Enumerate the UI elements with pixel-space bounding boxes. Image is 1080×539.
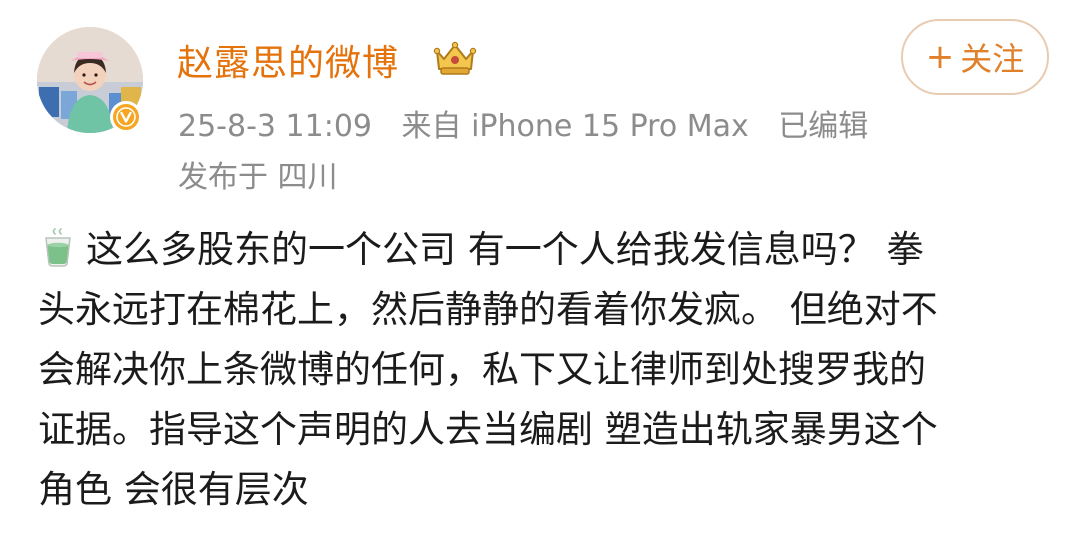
- post-time[interactable]: 25-8-3 11:09: [178, 109, 372, 144]
- post-line-1: 这么多股东的一个公司 有一个人给我发信息吗？ 拳: [86, 228, 924, 271]
- post-line-2: 头永远打在棉花上，然后静静的看着你发疯。 但绝对不: [38, 288, 938, 331]
- post-line-3: 会解决你上条微博的任何，私下又让律师到处搜罗我的: [38, 348, 926, 391]
- verified-v-icon: [110, 101, 142, 133]
- tea-cup-icon: [45, 228, 71, 267]
- follow-label: 关注: [960, 40, 1025, 78]
- edited-label[interactable]: 已编辑: [778, 101, 868, 145]
- post-content: 这么多股东的一个公司 有一个人给我发信息吗？ 拳 头永远打在棉花上，然后静静的看…: [38, 220, 1048, 520]
- post-source: 来自 iPhone 15 Pro Max: [401, 109, 749, 144]
- follow-button[interactable]: + 关注: [901, 19, 1049, 95]
- crown-icon[interactable]: [432, 39, 478, 79]
- post-line: 这么多股东的一个公司 有一个人给我发信息吗？ 拳: [38, 220, 1048, 280]
- post-meta: 25-8-3 11:09 来自 iPhone 15 Pro Max 已编辑: [178, 101, 868, 145]
- post-line-5: 角色 会很有层次: [38, 468, 309, 511]
- post-line-4: 证据。指导这个声明的人去当编剧 塑造出轨家暴男这个: [38, 408, 938, 451]
- username[interactable]: 赵露思的微博: [177, 34, 399, 86]
- plus-icon: +: [925, 37, 955, 77]
- post-location: 发布于 四川: [178, 160, 338, 195]
